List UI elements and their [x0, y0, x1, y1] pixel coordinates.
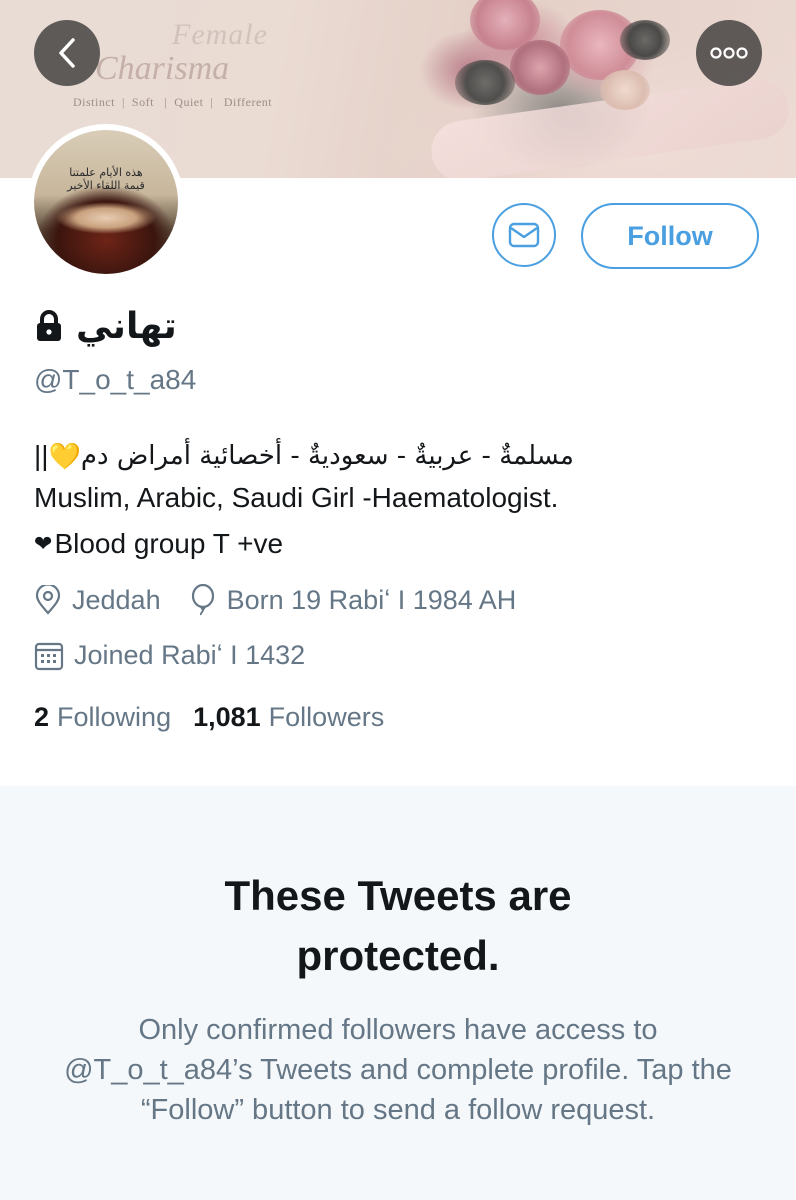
location-text: Jeddah	[72, 584, 161, 615]
avatar-caption: هذه الأيام علمتنا قيمة اللقاء الأخير	[34, 166, 178, 192]
more-options-button[interactable]	[696, 20, 762, 86]
bio-line-blood-group: ❤ Blood group T +ve	[34, 528, 774, 560]
banner-rose-graphic	[600, 70, 650, 110]
avatar-caption-line1: هذه الأيام علمتنا	[69, 166, 143, 179]
display-name-row: تهاني	[34, 298, 177, 354]
joined-item: Joined Rabiʻ I 1432	[34, 640, 305, 671]
protected-title-line1: These Tweets are	[224, 872, 572, 919]
profile-avatar[interactable]: هذه الأيام علمتنا قيمة اللقاء الأخير	[28, 124, 184, 280]
banner-tagline: Distinct | Soft | Quiet | Different	[73, 95, 273, 109]
protected-title: These Tweets are protected.	[0, 866, 796, 986]
heart-icon: ❤	[34, 531, 53, 556]
bio-blood-group-text: Blood group T +ve	[54, 528, 284, 559]
username-handle: @T_o_t_a84	[34, 364, 197, 395]
profile-meta-row: Jeddah Born 19 Rabiʻ I 1984 AH	[34, 584, 544, 616]
following-label: Following	[57, 702, 172, 732]
display-name: تهاني	[76, 305, 177, 347]
chevron-left-icon	[59, 38, 75, 68]
avatar-image: هذه الأيام علمتنا قيمة اللقاء الأخير	[34, 130, 178, 274]
balloon-icon	[191, 584, 214, 616]
banner-leaf-graphic	[455, 60, 515, 105]
banner-leaf-graphic	[620, 20, 670, 60]
location-pin-icon	[35, 585, 61, 615]
location-item: Jeddah	[34, 585, 161, 616]
profile-meta-row: Joined Rabiʻ I 1432	[34, 640, 333, 671]
following-link[interactable]: 2 Following	[34, 702, 171, 733]
envelope-icon	[508, 222, 540, 248]
birthday-text: Born 19 Rabiʻ I 1984 AH	[226, 584, 517, 615]
banner-rose-graphic	[510, 40, 570, 95]
birthday-item: Born 19 Rabiʻ I 1984 AH	[189, 584, 517, 616]
direct-message-button[interactable]	[492, 203, 556, 267]
calendar-icon	[34, 642, 64, 670]
protected-title-line2: protected.	[296, 932, 500, 979]
bio-line-english: Muslim, Arabic, Saudi Girl -Haematologis…	[34, 482, 559, 513]
bio-line-arabic: || 💛 مسلمةٌ - عربيةٌ - سعوديةٌ - أخصائية…	[34, 436, 774, 476]
protected-tweets-panel	[0, 786, 796, 1200]
joined-text: Joined Rabiʻ I 1432	[74, 640, 306, 670]
follow-stats: 2 Following 1,081 Followers	[34, 702, 406, 733]
following-count: 2	[34, 702, 50, 732]
protected-description: Only confirmed followers have access to …	[64, 1014, 732, 1126]
followers-link[interactable]: 1,081 Followers	[193, 702, 384, 733]
bio-arabic-text: مسلمةٌ - عربيةٌ - سعوديةٌ - أخصائية أمرا…	[80, 441, 574, 471]
bio-separator: ||	[34, 440, 49, 471]
avatar-caption-line2: قيمة اللقاء الأخير	[67, 179, 145, 192]
more-dots-icon	[710, 47, 748, 59]
followers-count: 1,081	[193, 702, 261, 732]
banner-title-line2: Charisma	[95, 50, 230, 87]
follow-button[interactable]: Follow	[581, 203, 759, 269]
followers-label: Followers	[268, 702, 385, 732]
back-button[interactable]	[34, 20, 100, 86]
lock-icon	[37, 310, 61, 341]
banner-title-line1: Female	[172, 18, 268, 51]
yellow-heart-emoji: 💛	[48, 440, 81, 471]
